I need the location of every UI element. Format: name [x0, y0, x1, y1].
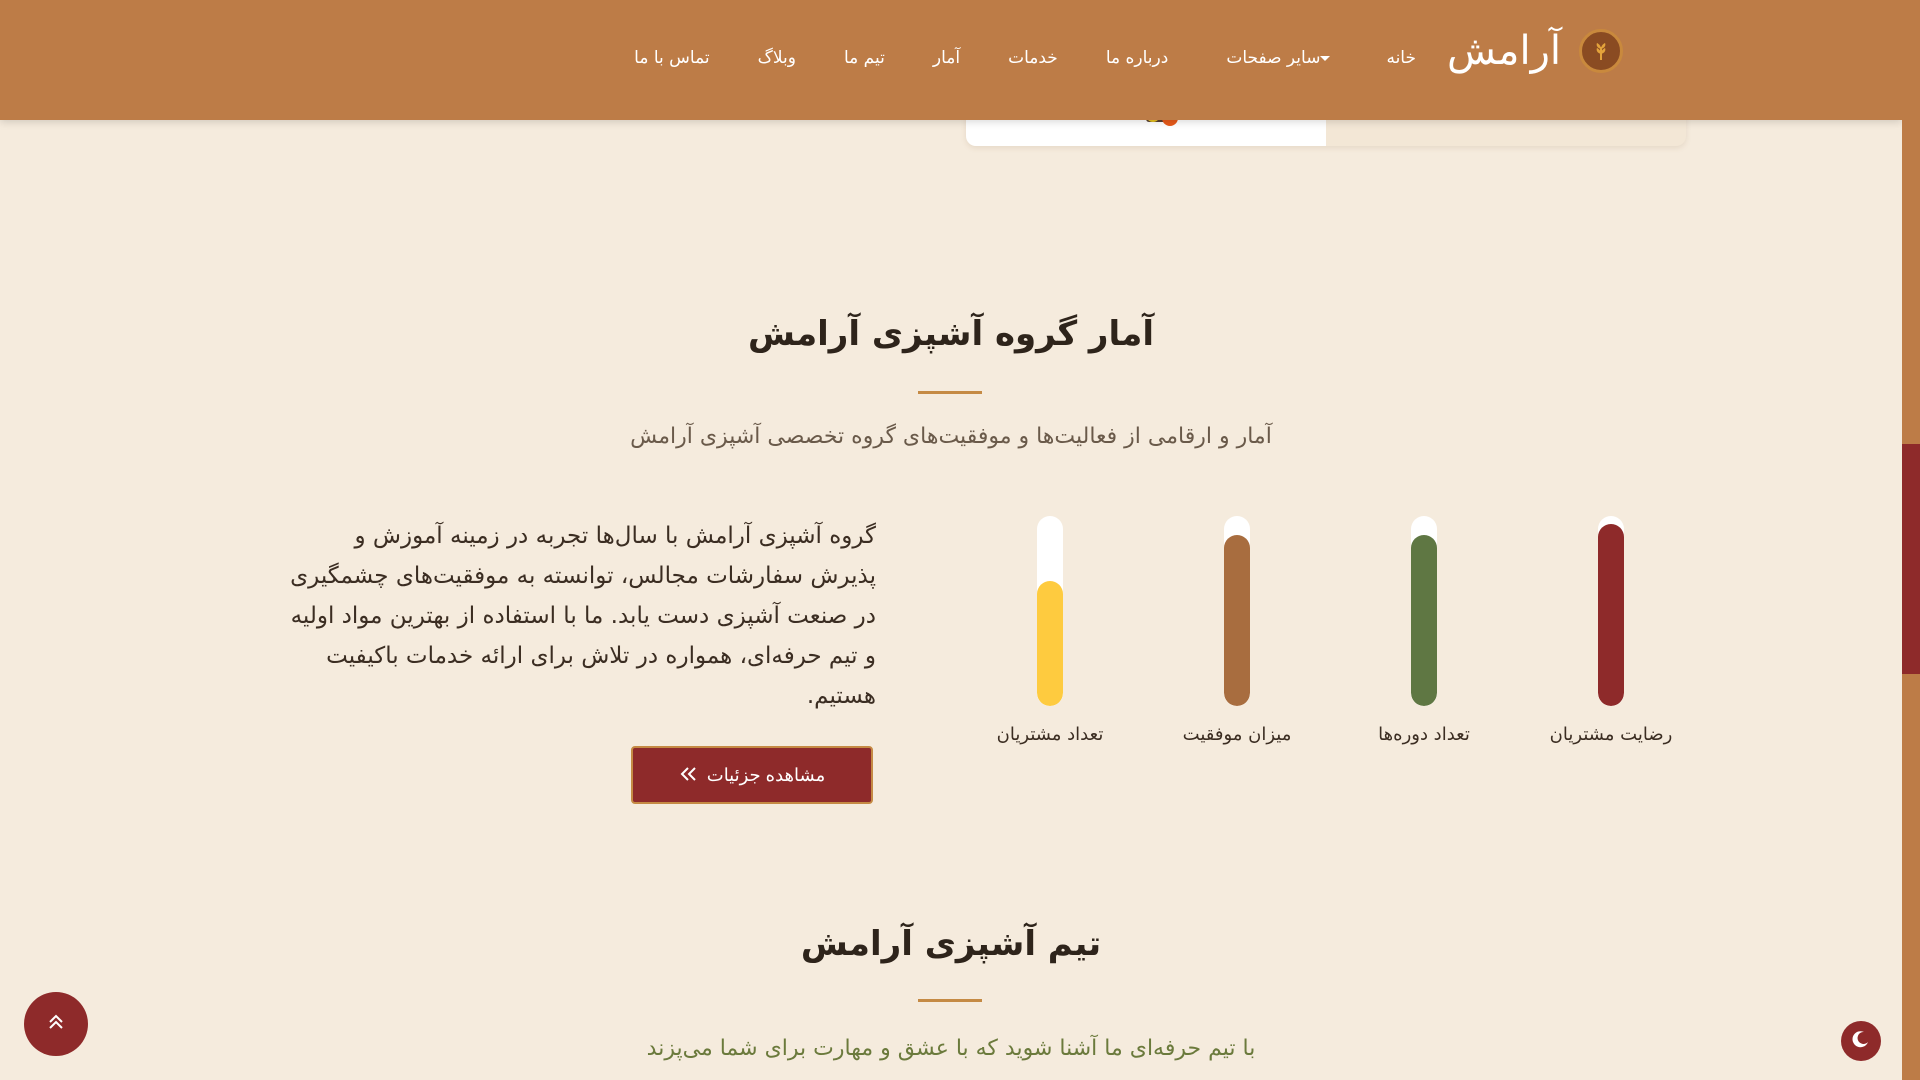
nav-item-other-pages[interactable]: سایر صفحات: [1226, 48, 1338, 68]
team-divider: [918, 999, 982, 1002]
main-nav: خانه سایر صفحات درباره ما خدمات آمار تیم…: [634, 48, 1416, 68]
double-chevron-left-icon: [679, 765, 697, 786]
team-subtitle: با تیم حرفه‌ای ما آشنا شوید که با عشق و …: [646, 1036, 1256, 1061]
nav-item-home[interactable]: خانه: [1386, 48, 1416, 68]
bar-fill-success: [1224, 535, 1250, 706]
bar-fill-courses: [1411, 535, 1437, 706]
bar-track: [1224, 516, 1250, 706]
bar-fill-satisfaction: [1598, 523, 1624, 706]
double-chevron-up-icon: [48, 1013, 64, 1035]
wheat-icon: [1579, 29, 1623, 73]
nav-item-stats[interactable]: آمار: [933, 48, 960, 68]
team-title: تیم آشپزی آرامش: [800, 924, 1102, 964]
nav-item-about[interactable]: درباره ما: [1106, 48, 1169, 68]
view-details-label: مشاهده جزئیات: [706, 764, 826, 785]
stats-divider: [918, 391, 982, 394]
nav-item-contact[interactable]: تماس با ما: [634, 48, 710, 68]
bar-label: رضایت مشتریان: [1549, 724, 1673, 745]
stats-bars: رضایت مشتریان تعداد دوره‌ها میزان موفقیت…: [966, 512, 1686, 752]
scrollbar[interactable]: [1902, 0, 1920, 1080]
bar-track: [1411, 516, 1437, 706]
bar-label: تعداد مشتریان: [996, 724, 1104, 745]
bar-label: تعداد دوره‌ها: [1378, 724, 1470, 745]
nav-item-services[interactable]: خدمات: [1008, 48, 1058, 68]
stats-title: آمار گروه آشپزی آرامش: [748, 314, 1154, 354]
view-details-button[interactable]: مشاهده جزئیات: [631, 746, 873, 804]
brand-name: آرامش: [1447, 28, 1561, 74]
bar-fill-customers: [1037, 580, 1063, 706]
navbar: آرامش خانه سایر صفحات درباره ما خدمات آم…: [0, 0, 1902, 120]
stats-description: گروه آشپزی آرامش با سال‌ها تجربه در زمین…: [290, 523, 876, 709]
stats-subtitle: آمار و ارقامی از فعالیت‌ها و موفقیت‌های …: [630, 424, 1272, 449]
dark-mode-toggle[interactable]: [1841, 1021, 1881, 1061]
brand[interactable]: آرامش: [1447, 28, 1623, 74]
nav-item-blog[interactable]: وبلاگ: [758, 48, 796, 68]
back-to-top-button[interactable]: [24, 992, 88, 1056]
bar-track: [1598, 516, 1624, 706]
bar-track: [1037, 516, 1063, 706]
bar-label: میزان موفقیت: [1182, 724, 1292, 745]
nav-item-team[interactable]: تیم ما: [844, 48, 885, 68]
scrollbar-thumb[interactable]: [1902, 444, 1920, 674]
moon-icon: [1851, 1029, 1871, 1053]
